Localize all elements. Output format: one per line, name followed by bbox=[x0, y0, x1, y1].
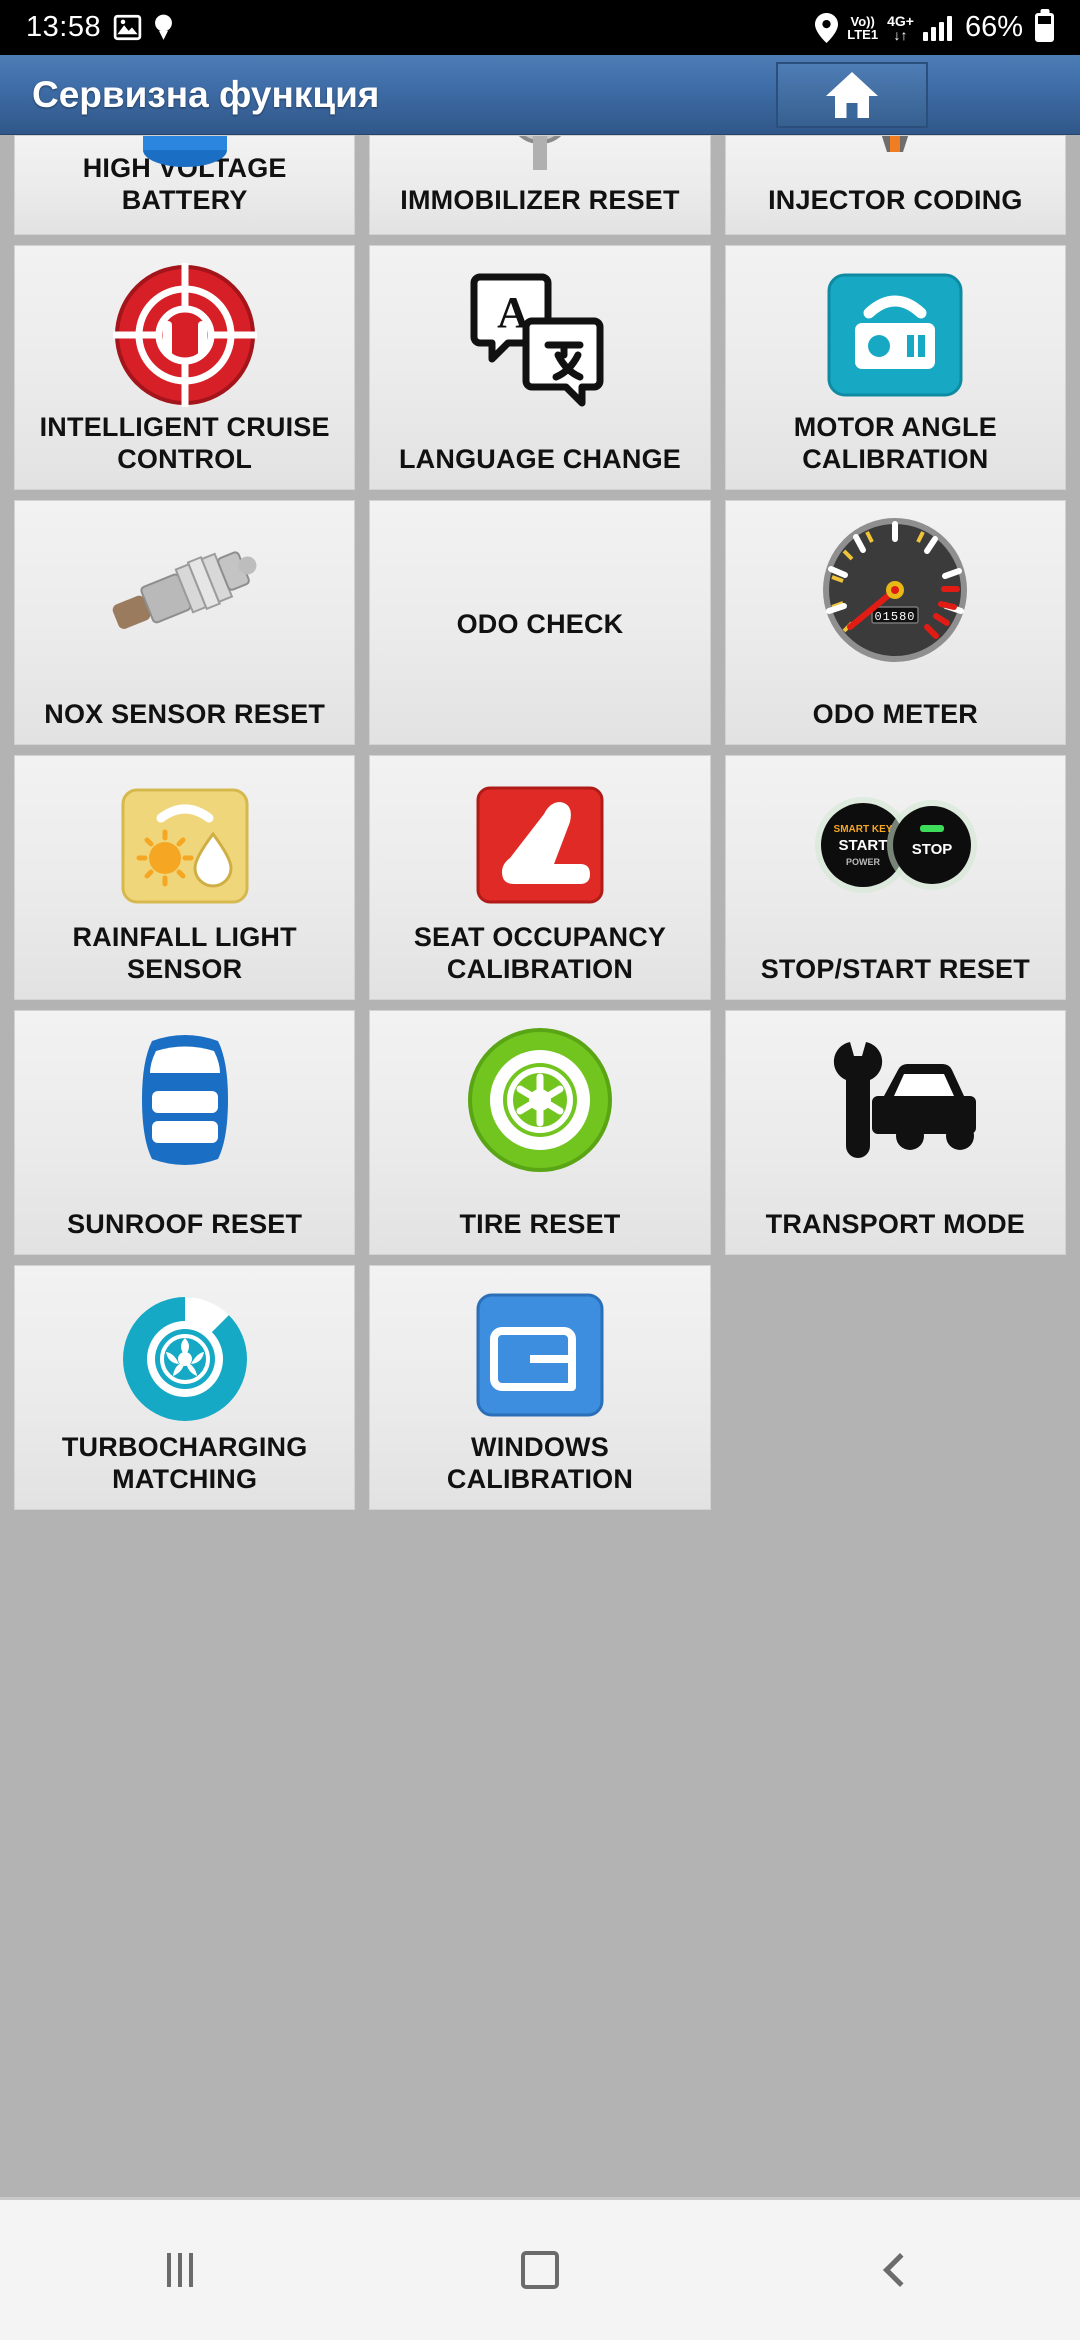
tile-label: TRANSPORT MODE bbox=[765, 1208, 1025, 1239]
motor-angle-calibration-icon bbox=[734, 260, 1057, 410]
tile-turbocharging-matching[interactable]: TURBOCHARGING MATCHING bbox=[14, 1265, 356, 1510]
tile-label: WINDOWS CALIBRATION bbox=[446, 1432, 634, 1494]
tile-label: STOP/START RESET bbox=[760, 953, 1030, 984]
status-bar-left: 13:58 bbox=[26, 11, 173, 44]
tile-nox-sensor-reset[interactable]: NOX SENSOR RESET bbox=[14, 500, 356, 745]
app-header: Сервизна функция bbox=[0, 55, 1080, 135]
nav-bar bbox=[0, 2200, 1080, 2340]
battery-percent: 66% bbox=[964, 11, 1023, 43]
tile-label: ODO CHECK bbox=[456, 608, 624, 639]
odo-meter-icon: 01580 bbox=[734, 515, 1057, 665]
windows-calibration-icon bbox=[378, 1280, 701, 1430]
svg-text:01580: 01580 bbox=[875, 610, 916, 624]
tile-odo-check[interactable]: ODO CHECK bbox=[369, 500, 711, 745]
rainfall-light-sensor-icon bbox=[23, 770, 346, 920]
tile-label: ODO METER bbox=[812, 698, 978, 729]
tile-label: RAINFALL LIGHT SENSOR bbox=[72, 922, 297, 984]
nox-sensor-reset-icon bbox=[23, 515, 346, 665]
intelligent-cruise-control-icon bbox=[23, 260, 346, 410]
tile-intelligent-cruise-control[interactable]: INTELLIGENT CRUISE CONTROL bbox=[14, 245, 356, 490]
tile-label: MOTOR ANGLE CALIBRATION bbox=[793, 412, 997, 474]
home-nav-button[interactable] bbox=[460, 2220, 620, 2320]
tire-reset-icon bbox=[378, 1025, 701, 1175]
home-square-icon bbox=[521, 2251, 559, 2289]
tile-label: TURBOCHARGING MATCHING bbox=[61, 1432, 308, 1494]
tile-rainfall-light-sensor[interactable]: RAINFALL LIGHT SENSOR bbox=[14, 755, 356, 1000]
service-function-grid-scroll[interactable]: HIGH VOLTAGE BATTERY IMMOBILIZER RESET I… bbox=[0, 135, 1080, 2200]
tile-windows-calibration[interactable]: WINDOWS CALIBRATION bbox=[369, 1265, 711, 1510]
svg-text:SMART KEY: SMART KEY bbox=[834, 824, 893, 835]
high-voltage-battery-icon bbox=[15, 136, 354, 190]
tile-label: INTELLIGENT CRUISE CONTROL bbox=[39, 412, 330, 474]
tile-tire-reset[interactable]: TIRE RESET bbox=[369, 1010, 711, 1255]
tile-immobilizer-reset[interactable]: IMMOBILIZER RESET bbox=[369, 135, 711, 235]
home-icon bbox=[826, 72, 878, 118]
volte-indicator: Vo)) LTE1 bbox=[847, 13, 879, 42]
service-function-grid: HIGH VOLTAGE BATTERY IMMOBILIZER RESET I… bbox=[14, 135, 1066, 1510]
tile-odo-meter[interactable]: 01580 ODO METER bbox=[724, 500, 1066, 745]
tile-transport-mode[interactable]: TRANSPORT MODE bbox=[724, 1010, 1066, 1255]
transport-mode-icon bbox=[734, 1025, 1057, 1175]
tile-seat-occupancy-calibration[interactable]: SEAT OCCUPANCY CALIBRATION bbox=[369, 755, 711, 1000]
image-icon bbox=[113, 14, 142, 41]
tile-sunroof-reset[interactable]: SUNROOF RESET bbox=[14, 1010, 356, 1255]
location-pin-icon bbox=[815, 12, 839, 43]
svg-text:START: START bbox=[839, 837, 888, 854]
turbocharging-matching-icon bbox=[23, 1280, 346, 1430]
bulb-icon bbox=[154, 14, 173, 41]
status-bar-right: Vo)) LTE1 4G+ ↓↑ 66% bbox=[815, 11, 1054, 44]
tile-label: SUNROOF RESET bbox=[67, 1208, 303, 1239]
svg-text:STOP: STOP bbox=[912, 841, 953, 858]
page-title: Сервизна функция bbox=[32, 73, 380, 115]
recents-icon bbox=[167, 2253, 193, 2287]
back-icon bbox=[883, 2253, 917, 2287]
tile-label: LANGUAGE CHANGE bbox=[398, 443, 681, 474]
immobilizer-reset-icon bbox=[370, 136, 709, 190]
battery-icon bbox=[1035, 13, 1054, 42]
recents-button[interactable] bbox=[100, 2220, 260, 2320]
tile-motor-angle-calibration[interactable]: MOTOR ANGLE CALIBRATION bbox=[724, 245, 1066, 490]
stop-start-reset-icon: SMART KEY START POWER STOP bbox=[734, 770, 1057, 920]
sunroof-reset-icon bbox=[23, 1025, 346, 1175]
clock: 13:58 bbox=[26, 11, 102, 43]
tile-label: SEAT OCCUPANCY CALIBRATION bbox=[413, 922, 667, 984]
back-button[interactable] bbox=[820, 2220, 980, 2320]
language-change-icon: A bbox=[378, 260, 701, 410]
tile-high-voltage-battery[interactable]: HIGH VOLTAGE BATTERY bbox=[14, 135, 356, 235]
tile-label: TIRE RESET bbox=[459, 1208, 621, 1239]
seat-occupancy-calibration-icon bbox=[378, 770, 701, 920]
tile-stop-start-reset[interactable]: SMART KEY START POWER STOP STOP/START RE… bbox=[724, 755, 1066, 1000]
tile-injector-coding[interactable]: INJECTOR CODING bbox=[724, 135, 1066, 235]
status-bar: 13:58 Vo)) LTE1 4G+ ↓↑ 66% bbox=[0, 0, 1080, 55]
signal-bars-icon bbox=[922, 15, 952, 41]
home-button[interactable] bbox=[776, 62, 928, 128]
tile-label: NOX SENSOR RESET bbox=[44, 698, 326, 729]
injector-coding-icon bbox=[726, 136, 1065, 190]
network-type-indicator: 4G+ ↓↑ bbox=[887, 12, 914, 43]
tile-language-change[interactable]: A LANGUAGE CHANGE bbox=[369, 245, 711, 490]
svg-text:POWER: POWER bbox=[846, 857, 881, 867]
